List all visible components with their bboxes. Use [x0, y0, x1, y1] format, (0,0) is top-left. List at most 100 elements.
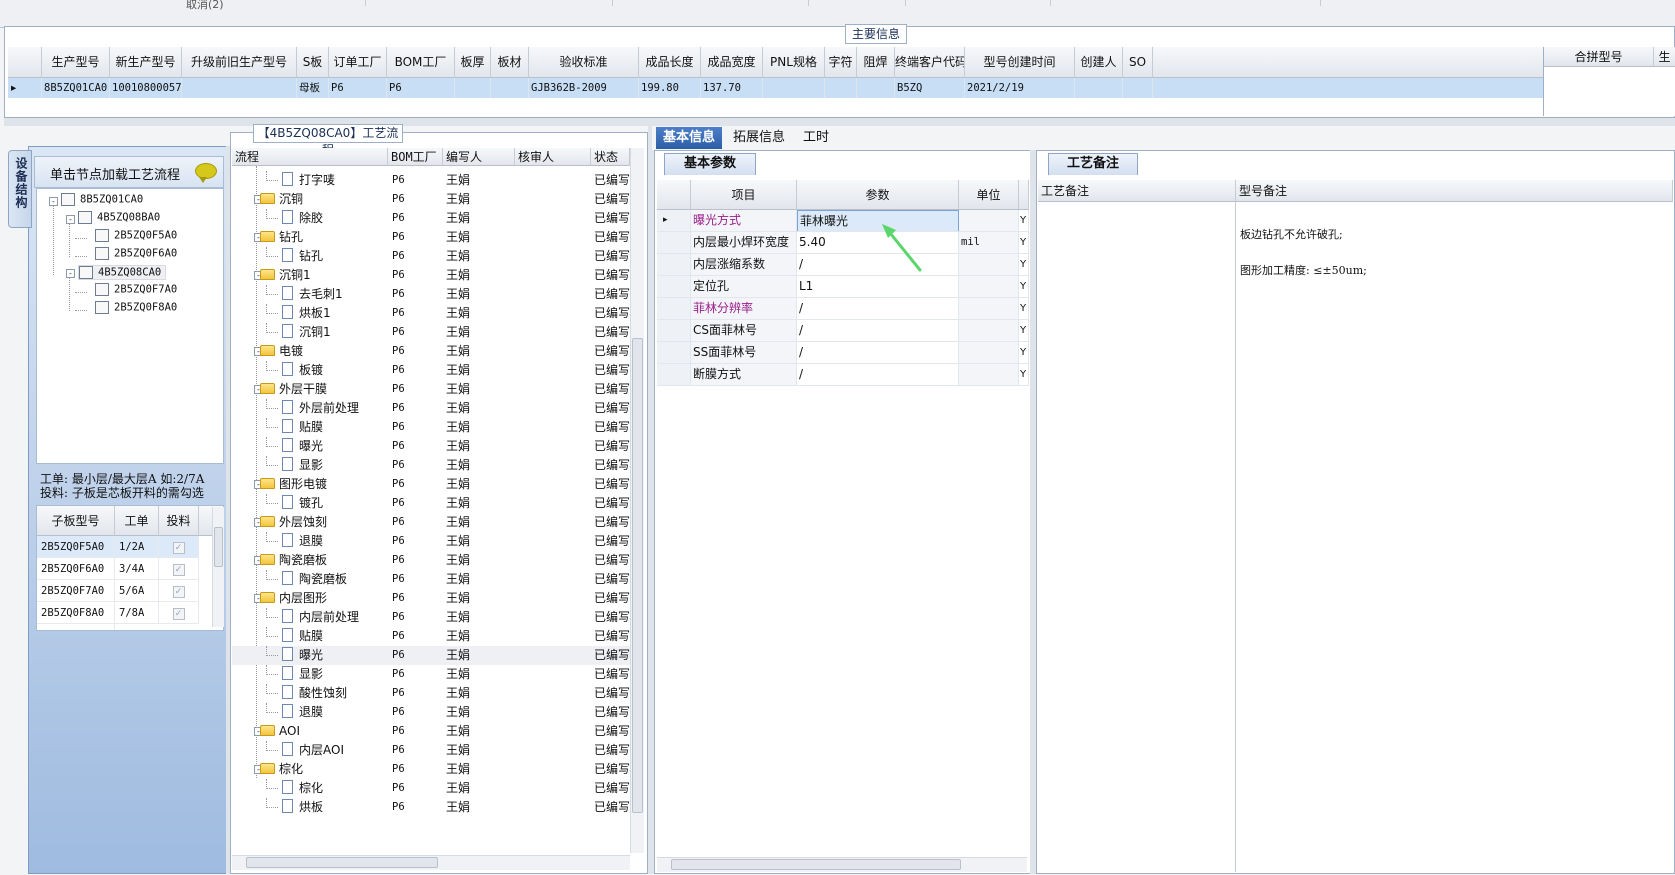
params-row[interactable]: CS面菲林号 / Y [657, 320, 1029, 342]
status-cell[interactable]: 已编写 [594, 684, 630, 703]
column-header[interactable]: 型号创建时间 [965, 47, 1075, 78]
bom-cell[interactable]: P6 [392, 513, 442, 532]
flow-row[interactable]: 贴膜 P6 王娟 已编写 [232, 418, 630, 437]
writer-cell[interactable]: 王娟 [446, 361, 514, 380]
flow-row[interactable]: 曝光 P6 王娟 已编写 [232, 646, 630, 665]
param-value-cell[interactable]: / [797, 320, 959, 341]
writer-cell[interactable]: 王娟 [446, 190, 514, 209]
flow-name-cell[interactable]: 外层蚀刻 [260, 513, 388, 532]
grid-cell[interactable] [825, 78, 857, 98]
flow-row[interactable]: 贴膜 P6 王娟 已编写 [232, 627, 630, 646]
flow-row[interactable]: - 外层干膜 P6 王娟 已编写 [232, 380, 630, 399]
status-cell[interactable]: 已编写 [594, 209, 630, 228]
column-header[interactable]: 字符 [825, 47, 857, 78]
bom-cell[interactable]: P6 [392, 741, 442, 760]
column-header[interactable]: 成品宽度 [701, 47, 763, 78]
flow-name-cell[interactable]: 退膜 [282, 703, 388, 722]
params-row[interactable]: 内层最小焊环宽度 5.40 mil Y [657, 232, 1029, 254]
flow-name-cell[interactable]: 钻孔 [282, 247, 388, 266]
flow-row[interactable]: 镀孔 P6 王娟 已编写 [232, 494, 630, 513]
column-header[interactable]: 订单工厂 [329, 47, 387, 78]
status-cell[interactable]: 已编写 [594, 437, 630, 456]
column-header[interactable]: SO [1123, 47, 1153, 78]
param-value-cell[interactable]: / [797, 364, 959, 385]
feed-cell[interactable]: ✓ [159, 580, 199, 602]
column-header[interactable]: 创建人 [1075, 47, 1123, 78]
param-item-cell[interactable]: CS面菲林号 [691, 320, 797, 341]
bom-cell[interactable]: P6 [392, 608, 442, 627]
flow-name-cell[interactable]: 沉铜 [260, 190, 388, 209]
bom-cell[interactable]: P6 [392, 665, 442, 684]
column-header[interactable]: 升级前旧生产型号 [182, 47, 297, 78]
flow-name-cell[interactable]: AOI [260, 722, 388, 741]
flow-row[interactable]: 退膜 P6 王娟 已编写 [232, 532, 630, 551]
column-header[interactable]: 成品长度 [639, 47, 701, 78]
flow-name-cell[interactable]: 外层前处理 [282, 399, 388, 418]
flow-row[interactable]: 曝光 P6 王娟 已编写 [232, 437, 630, 456]
flow-name-cell[interactable]: 曝光 [282, 646, 388, 665]
writer-cell[interactable]: 王娟 [446, 722, 514, 741]
writer-cell[interactable]: 王娟 [446, 532, 514, 551]
writer-cell[interactable]: 王娟 [446, 342, 514, 361]
params-horizontal-scrollbar[interactable] [657, 857, 1027, 872]
status-cell[interactable]: 已编写 [594, 266, 630, 285]
vtab-structure[interactable]: 设备结构 [8, 150, 32, 228]
params-column-header[interactable]: 单位 [959, 180, 1019, 210]
subboard-header[interactable]: 子板型号 [37, 506, 115, 536]
column-header[interactable]: 板材 [491, 47, 529, 78]
feed-cell[interactable]: ✓ [159, 558, 199, 580]
writer-cell[interactable]: 王娟 [446, 247, 514, 266]
feed-cell[interactable]: ✓ [159, 602, 199, 624]
feed-header[interactable]: 投料 [159, 506, 199, 536]
status-cell[interactable]: 已编写 [594, 304, 630, 323]
grid-cell[interactable]: P6 [387, 78, 455, 98]
status-cell[interactable]: 已编写 [594, 608, 630, 627]
status-cell[interactable]: 已编写 [594, 380, 630, 399]
bom-cell[interactable]: P6 [392, 589, 442, 608]
bom-cell[interactable]: P6 [392, 722, 442, 741]
column-header[interactable]: BOM工厂 [387, 47, 455, 78]
model-notes-textarea[interactable]: 板边钻孔不允许破孔; 图形加工精度: ≤±50um; [1240, 205, 1540, 289]
writer-cell[interactable]: 王娟 [446, 627, 514, 646]
row-indicator[interactable] [657, 342, 691, 363]
flow-name-cell[interactable]: 内层前处理 [282, 608, 388, 627]
flow-name-cell[interactable]: 去毛刺1 [282, 285, 388, 304]
status-cell[interactable]: 已编写 [594, 513, 630, 532]
bom-cell[interactable]: P6 [392, 684, 442, 703]
param-value-cell[interactable]: / [797, 298, 959, 319]
flow-row[interactable]: 钻孔 P6 王娟 已编写 [232, 247, 630, 266]
tree-node[interactable]: 2B5ZQ0F5A0 [95, 229, 177, 242]
writer-cell[interactable]: 王娟 [446, 380, 514, 399]
writer-cell[interactable]: 王娟 [446, 760, 514, 779]
writer-cell[interactable]: 王娟 [446, 304, 514, 323]
order-cell[interactable]: 5/6A [115, 580, 159, 602]
flow-row[interactable]: - 外层蚀刻 P6 王娟 已编写 [232, 513, 630, 532]
status-cell[interactable]: 已编写 [594, 342, 630, 361]
column-header[interactable]: 验收标准 [529, 47, 639, 78]
writer-cell[interactable]: 王娟 [446, 684, 514, 703]
param-item-cell[interactable]: 菲林分辨率 [691, 298, 797, 319]
flow-name-cell[interactable]: 烘板 [282, 798, 388, 817]
tab-process-notes[interactable]: 工艺备注 [1048, 153, 1138, 175]
status-cell[interactable]: 已编写 [594, 798, 630, 817]
status-cell[interactable]: 已编写 [594, 285, 630, 304]
flow-name-cell[interactable]: 除胶 [282, 209, 388, 228]
order-header[interactable]: 工单 [115, 506, 159, 536]
param-unit-cell[interactable]: mil [959, 232, 1019, 253]
status-cell[interactable]: 已编写 [594, 228, 630, 247]
grid-cell[interactable] [1075, 78, 1123, 98]
flow-row[interactable]: 内层前处理 P6 王娟 已编写 [232, 608, 630, 627]
grid-cell[interactable]: B5ZQ [895, 78, 965, 98]
bom-cell[interactable]: P6 [392, 551, 442, 570]
row-indicator[interactable] [657, 364, 691, 385]
writer-cell[interactable]: 王娟 [446, 285, 514, 304]
merge-model-header[interactable]: 合拼型号 [1544, 47, 1654, 67]
bom-cell[interactable]: P6 [392, 323, 442, 342]
status-cell[interactable]: 已编写 [594, 741, 630, 760]
status-cell[interactable]: 已编写 [594, 247, 630, 266]
row-indicator[interactable] [657, 276, 691, 297]
grid-cell[interactable]: 10010800057066 [110, 78, 182, 98]
grid-cell[interactable] [857, 78, 895, 98]
tab-basic-info[interactable]: 基本信息 [656, 127, 723, 149]
flow-row[interactable]: - AOI P6 王娟 已编写 [232, 722, 630, 741]
